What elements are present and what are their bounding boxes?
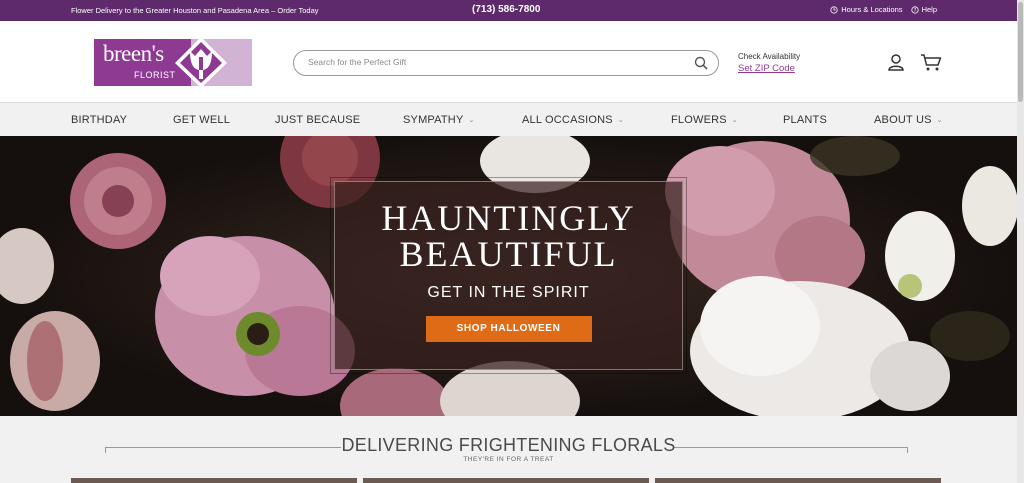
search-icon[interactable] — [694, 56, 708, 70]
nav-item-birthday[interactable]: BIRTHDAY — [71, 114, 127, 126]
hero-title-line1: HAUNTINGLY — [381, 198, 636, 238]
search-bar — [293, 50, 719, 76]
nav-item-flowers[interactable]: FLOWERS ⌄ — [671, 114, 738, 126]
hours-locations-link[interactable]: Hours & Locations — [830, 5, 903, 14]
search-input[interactable] — [308, 57, 668, 67]
hero-subtitle: GET IN THE SPIRIT — [427, 284, 590, 301]
help-icon: ? — [910, 5, 919, 13]
hero-title-line2: BEAUTIFUL — [399, 234, 618, 274]
nav-item-label: GET WELL — [173, 114, 231, 126]
nav-item-label: ALL OCCASIONS — [522, 114, 613, 126]
availability-block: Check Availability Set ZIP Code — [738, 52, 800, 74]
nav-item-just-because[interactable]: JUST BECAUSE — [275, 114, 360, 126]
set-zip-code-link[interactable]: Set ZIP Code — [738, 63, 800, 74]
nav-item-about-us[interactable]: ABOUT US ⌄ — [874, 114, 943, 126]
page: Flower Delivery to the Greater Houston a… — [0, 0, 1024, 483]
account-icon[interactable] — [887, 53, 905, 71]
nav-item-label: ABOUT US — [874, 114, 932, 126]
product-tile[interactable] — [71, 478, 357, 483]
phone-number[interactable]: (713) 586-7800 — [472, 4, 540, 15]
page-scrollbar[interactable] — [1017, 0, 1024, 483]
tulip-logo-icon — [175, 37, 227, 88]
chevron-down-icon: ⌄ — [936, 117, 943, 124]
nav-item-label: FLOWERS — [671, 114, 727, 126]
hours-locations-label: Hours & Locations — [841, 5, 903, 14]
featured-section: DELIVERING FRIGHTENING FLORALS THEY'RE I… — [0, 416, 1017, 483]
top-bar: Flower Delivery to the Greater Houston a… — [0, 0, 1017, 21]
section-heading: DELIVERING FRIGHTENING FLORALS — [341, 435, 676, 455]
top-links: Hours & Locations ? Help — [830, 5, 937, 14]
delivery-promo: Flower Delivery to the Greater Houston a… — [71, 6, 319, 15]
check-availability-label: Check Availability — [738, 52, 801, 61]
help-label: Help — [921, 5, 937, 14]
chevron-down-icon: ⌄ — [468, 117, 475, 124]
nav-item-label: JUST BECAUSE — [275, 114, 361, 126]
product-tile[interactable] — [655, 478, 941, 483]
cart-icon[interactable] — [920, 53, 942, 72]
nav-item-label: PLANTS — [783, 114, 827, 126]
hero-title: HAUNTINGLY BEAUTIFUL — [335, 200, 682, 272]
logo-wordmark: breen's — [103, 41, 164, 66]
shop-halloween-button[interactable]: SHOP HALLOWEEN — [425, 316, 592, 342]
nav-item-sympathy[interactable]: SYMPATHY ⌄ — [403, 114, 475, 126]
help-link[interactable]: ? Help — [910, 5, 937, 14]
hero-promo-box: HAUNTINGLY BEAUTIFUL GET IN THE SPIRIT S… — [330, 177, 687, 374]
scrollbar-thumb[interactable] — [1018, 2, 1023, 102]
nav-item-all-occasions[interactable]: ALL OCCASIONS ⌄ — [522, 114, 624, 126]
logo-subtitle: FLORIST — [134, 70, 176, 80]
chevron-down-icon: ⌄ — [731, 117, 738, 124]
nav-item-label: SYMPATHY — [403, 114, 464, 126]
product-tile[interactable] — [363, 478, 649, 483]
nav-item-get-well[interactable]: GET WELL — [173, 114, 230, 126]
chevron-down-icon: ⌄ — [617, 117, 624, 124]
nav-item-label: BIRTHDAY — [71, 114, 128, 126]
nav-item-plants[interactable]: PLANTS — [783, 114, 827, 126]
site-header: breen's FLORIST Check Availability Set Z… — [0, 21, 1017, 103]
breens-florist-logo[interactable]: breen's FLORIST — [94, 37, 252, 88]
clock-icon — [830, 5, 838, 14]
main-nav: BIRTHDAY GET WELL JUST BECAUSE SYMPATHY ⌄… — [0, 104, 1017, 136]
section-tagline: THEY'RE IN FOR A TREAT — [463, 456, 554, 463]
hero-banner[interactable]: HAUNTINGLY BEAUTIFUL GET IN THE SPIRIT S… — [0, 136, 1017, 416]
